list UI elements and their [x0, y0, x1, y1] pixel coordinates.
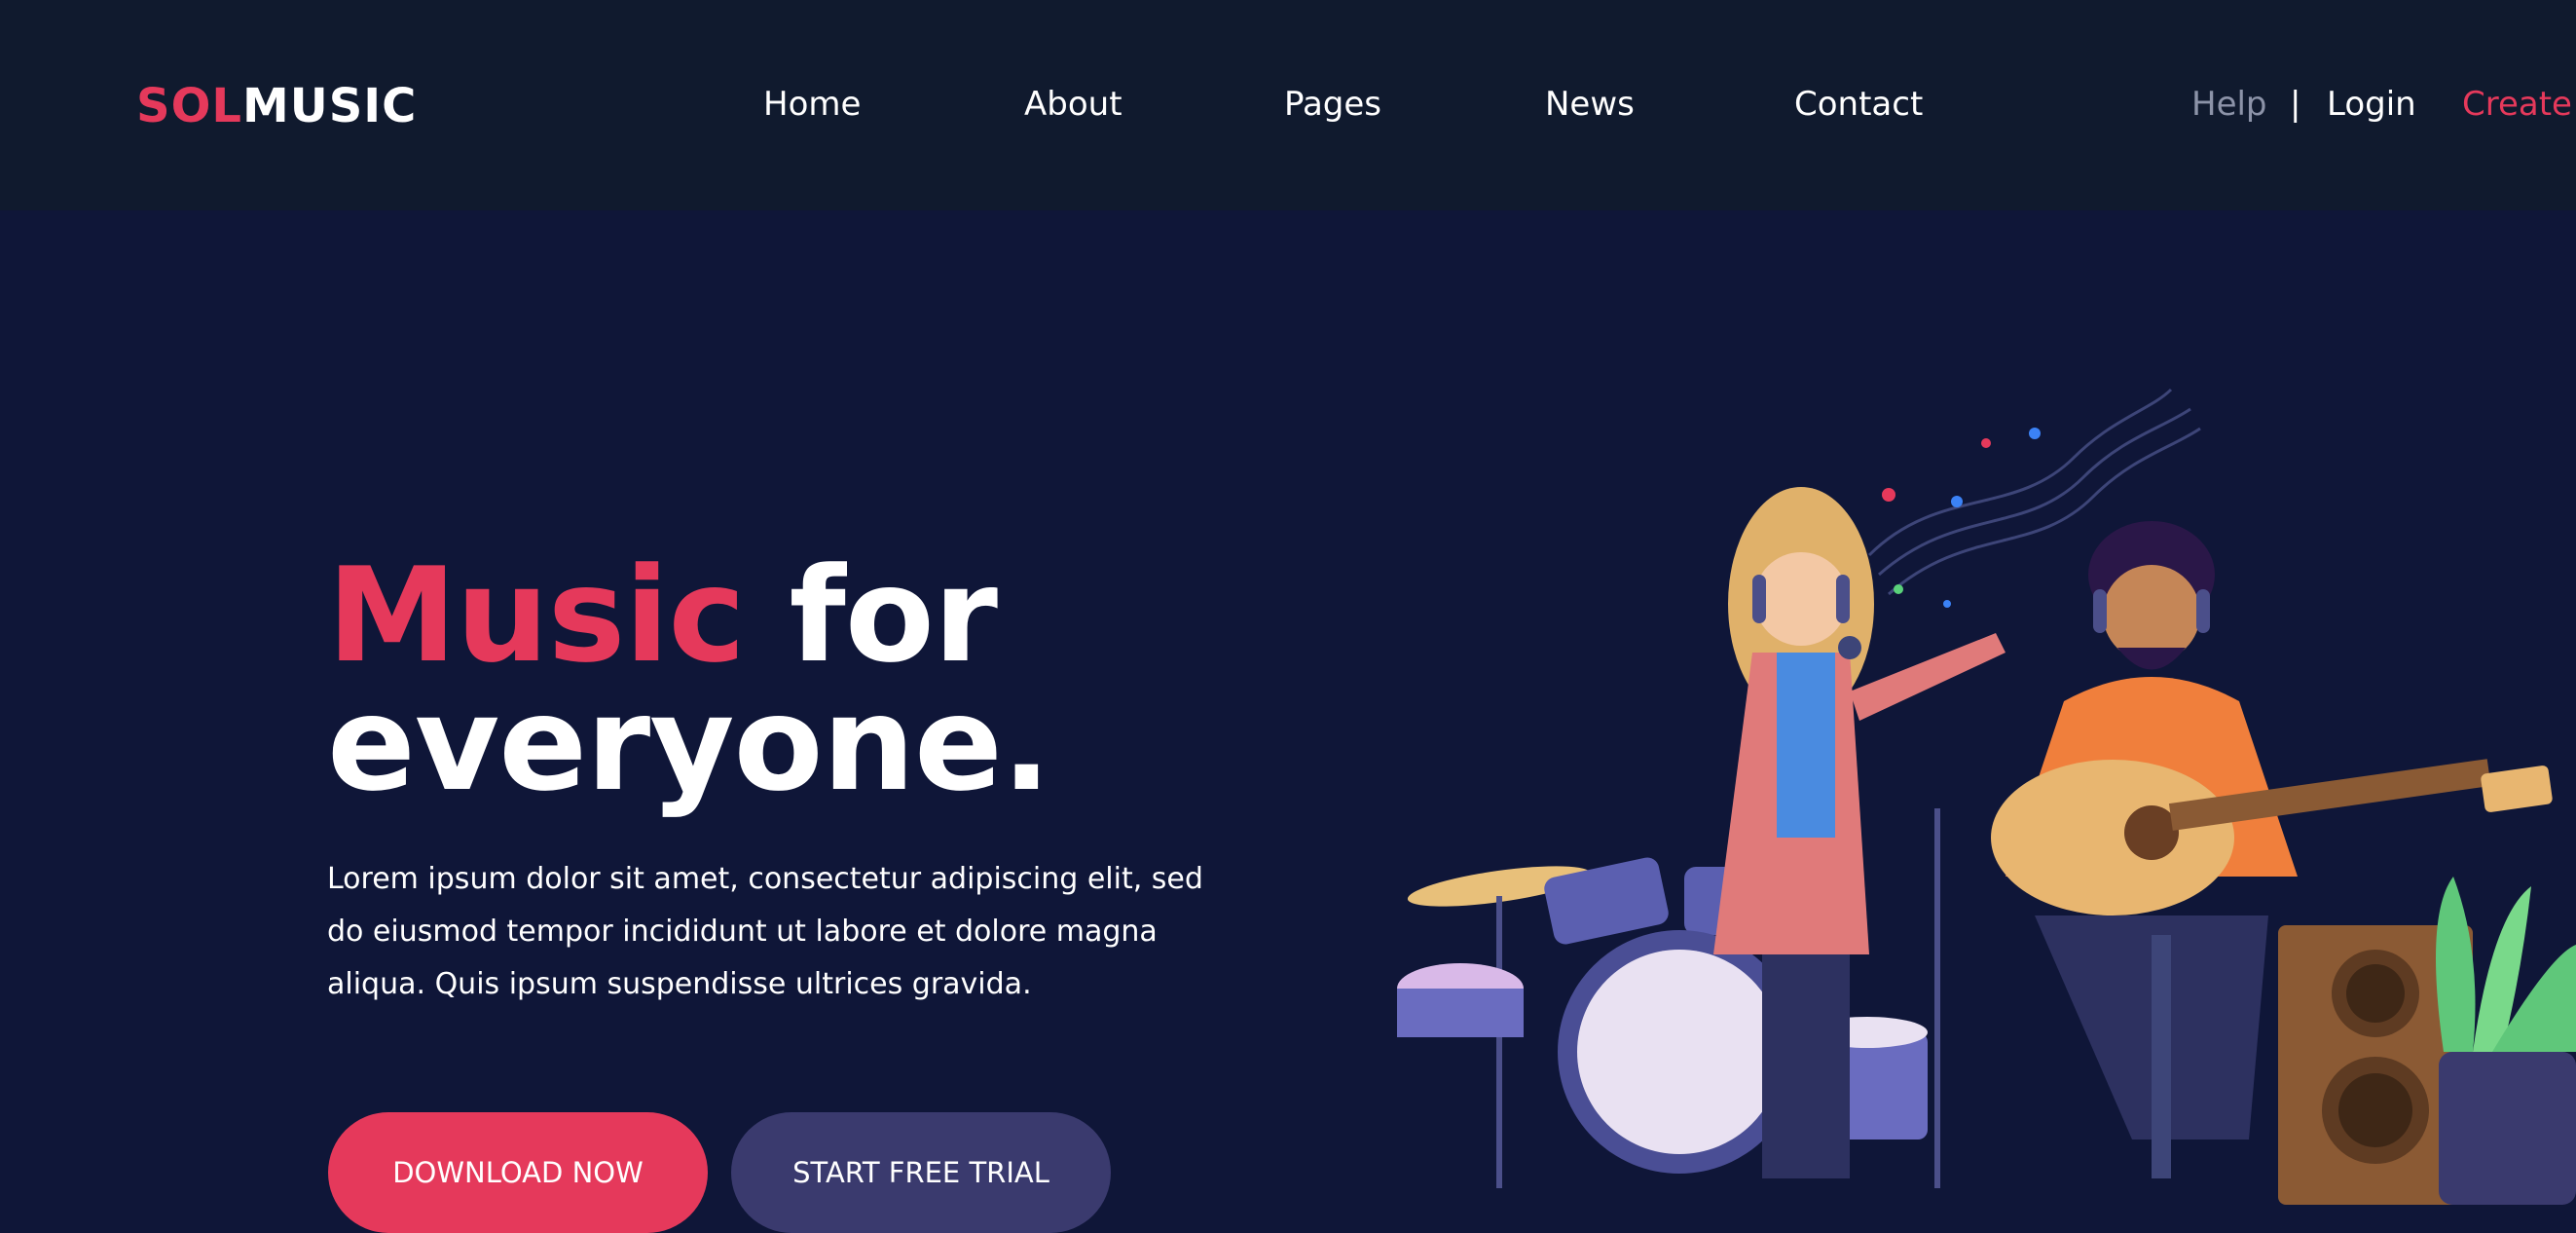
- logo-music-text: MUSIC: [241, 79, 418, 133]
- nav-contact[interactable]: Contact: [1794, 80, 1923, 129]
- hero-title-line2: everyone.: [327, 668, 1051, 820]
- nav-about[interactable]: About: [1024, 80, 1122, 129]
- create-account-link[interactable]: Create: [2462, 80, 2572, 129]
- start-free-trial-button[interactable]: START FREE TRIAL: [731, 1112, 1111, 1233]
- plant-icon: [2436, 877, 2576, 1205]
- account-separator: |: [2290, 85, 2301, 124]
- nav-news[interactable]: News: [1545, 80, 1635, 129]
- download-now-button[interactable]: DOWNLOAD NOW: [328, 1112, 708, 1233]
- login-link[interactable]: Login: [2327, 80, 2416, 129]
- site-logo[interactable]: SOLMUSIC: [136, 76, 417, 136]
- band-illustration-icon: [1397, 388, 2576, 1205]
- nav-home[interactable]: Home: [763, 80, 861, 129]
- hero-title: Music for everyone.: [327, 550, 1203, 809]
- hero-description: Lorem ipsum dolor sit amet, consectetur …: [327, 862, 1203, 1001]
- logo-sol-text: SOL: [136, 79, 242, 133]
- top-navigation-bar: SOLMUSIC Home About Pages News Contact H…: [0, 0, 2576, 210]
- help-link[interactable]: Help: [2191, 80, 2267, 129]
- nav-pages[interactable]: Pages: [1284, 80, 1381, 129]
